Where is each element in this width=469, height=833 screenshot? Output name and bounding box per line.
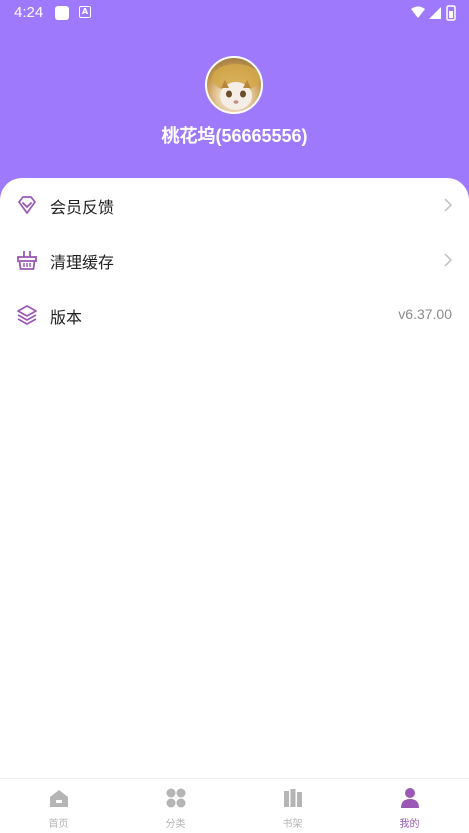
notification-icon xyxy=(55,6,69,20)
grid-icon xyxy=(166,788,186,808)
menu-item-clear-cache[interactable]: 清理缓存 xyxy=(0,233,469,288)
menu-card: 会员反馈 清理缓存 版本 v6.37.00 xyxy=(0,178,469,778)
menu-item-label: 会员反馈 xyxy=(50,198,115,217)
layers-icon xyxy=(17,305,37,325)
tab-category[interactable]: 分类 xyxy=(117,779,234,833)
avatar[interactable] xyxy=(205,56,263,114)
version-value: v6.37.00 xyxy=(398,306,452,322)
diamond-icon xyxy=(18,196,36,214)
wifi-icon xyxy=(411,6,425,18)
home-icon xyxy=(50,790,68,807)
tab-label: 书架 xyxy=(282,819,303,830)
signal-icon xyxy=(429,7,441,19)
menu-item-version: 版本 v6.37.00 xyxy=(0,288,469,343)
menu-item-label: 清理缓存 xyxy=(50,253,115,272)
basket-icon xyxy=(17,251,37,270)
chevron-right-icon xyxy=(444,253,453,267)
tab-label: 我的 xyxy=(399,819,420,830)
tab-mine[interactable]: 我的 xyxy=(351,779,468,833)
bookshelf-icon xyxy=(284,789,302,807)
person-icon xyxy=(401,788,419,808)
chevron-right-icon xyxy=(444,198,453,212)
notification-a-icon: A xyxy=(79,6,91,18)
tab-home[interactable]: 首页 xyxy=(0,779,117,833)
menu-item-member-feedback[interactable]: 会员反馈 xyxy=(0,178,469,233)
status-bar: 4:24 A xyxy=(0,0,469,26)
status-time: 4:24 xyxy=(14,4,44,21)
status-icons xyxy=(411,5,456,21)
tab-label: 分类 xyxy=(165,819,186,830)
profile-username: 桃花坞(56665556) xyxy=(161,126,308,146)
bottom-navigation: 首页 分类 书架 我的 xyxy=(0,778,469,833)
menu-item-label: 版本 xyxy=(50,308,83,327)
tab-bookshelf[interactable]: 书架 xyxy=(234,779,351,833)
tab-label: 首页 xyxy=(48,819,69,830)
